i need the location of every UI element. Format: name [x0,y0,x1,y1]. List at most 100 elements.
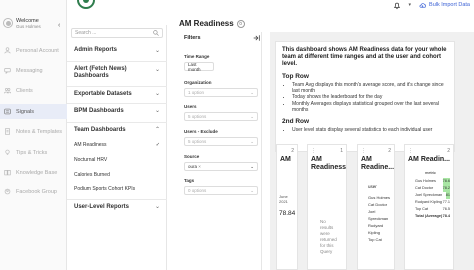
bell-icon[interactable] [393,1,401,10]
sidebar-item-label: Signals [16,108,35,115]
section-alert-dashboards[interactable]: Alert (Fetch News) Dashboards ⌄ [67,61,167,84]
sidebar-item-facebook-group[interactable]: Facebook Group [0,184,67,199]
chevron-down-icon: ⌄ [154,47,160,54]
tags-select[interactable]: 0 options ⌄ [184,186,258,195]
chevron-down-icon: ⌄ [250,113,254,119]
sidebar-item-tips-tricks[interactable]: Tips & Tricks [0,145,67,160]
section-label: User-Level Reports [74,203,130,210]
section-team-dashboards[interactable]: Team Dashboards ⌃ [67,122,167,136]
count-badge: 0 [236,19,245,28]
group-icon [4,188,11,195]
team-item-label: Nocturnal HRV [74,157,108,163]
time-range-label: Time Range [184,54,210,59]
description-lead: This dashboard shows AM Readiness data f… [282,47,447,67]
drag-handle-icon[interactable]: ⋮ [408,148,413,154]
sidebar-item-label: Facebook Group [16,188,57,195]
team-item-label: AM Readiness [74,142,107,148]
table-header: user [368,184,377,189]
section-bpm-dashboards[interactable]: BPM Dashboards ⌄ [67,103,167,117]
tile-count: 2 [447,148,450,154]
bulk-import-label: Bulk Import Data [429,2,470,8]
team-item-am-readiness[interactable]: AM Readiness ✓ [74,142,160,148]
clients-icon [4,88,11,94]
account-dropdown-icon[interactable]: ▾ [409,2,412,8]
filters-panel: Filters Time Range Last month Organizati… [180,32,262,270]
table-row: Cat Doctor 78.2 [415,185,450,192]
tags-value: 0 options [188,188,207,193]
chart-tile-monthly-averages[interactable]: ⋮ 2 AM Readine... user Gus Holmes Cat Doc… [357,144,395,270]
table-row: Rudyard Kipling 77.1 [415,200,450,204]
table-row: Gus Holmes [368,195,391,200]
team-item-podium-sports[interactable]: Podium Sports Cohort KPIs [74,186,160,192]
page-title: AM Readiness 0 [179,19,245,28]
tile-date: June 2021 [279,194,288,204]
collapse-sidebar-icon[interactable]: ‹ [58,22,60,29]
organization-label: Organization [184,80,212,85]
cloud-upload-icon [419,2,427,8]
avatar [3,18,13,28]
message-icon [4,68,11,74]
table-row: Gus Holmes 78.6 [415,178,450,185]
sidebar-item-personal-account[interactable]: Personal Account [0,43,67,58]
team-item-calories-burned[interactable]: Calories Burned [74,172,160,178]
chart-tile-team-avg[interactable]: 2 AM June 2021 78.84 [276,144,298,270]
chart-tile-user-stats[interactable]: ⋮ 2 AM Readin... metric Gus Holmes 78.6 Ca… [404,144,454,270]
users-select[interactable]: 5 options ⌄ [184,112,258,121]
sidebar-item-clients[interactable]: Clients [0,83,67,98]
lightbulb-icon [5,149,10,155]
sidebar-item-label: Tips & Tricks [16,149,48,156]
table-header: metric [425,170,436,175]
notes-icon [5,128,10,135]
sidebar-item-signals[interactable]: Signals [0,104,67,119]
collapse-filters-icon[interactable] [253,35,260,41]
team-item-nocturnal-hrv[interactable]: Nocturnal HRV [74,157,160,163]
source-tag[interactable]: oura × [188,164,201,169]
users-exclude-value: 5 options [188,139,207,144]
tile-title: AM Readiness [311,156,347,171]
section-admin-reports[interactable]: Admin Reports ⌄ [67,42,167,58]
section-label: BPM Dashboards [74,107,124,114]
search-placeholder: Search ... [75,30,97,36]
sidebar-item-label: Clients [16,87,33,94]
table-row: Cat Doctor [368,202,388,207]
organization-select[interactable]: 1 option ⌄ [184,88,258,97]
bulk-import-button[interactable]: Bulk Import Data [419,2,470,9]
user-profile[interactable]: Welcome Gus Holmes [3,18,41,30]
tile-count: 2 [388,148,391,154]
chevron-down-icon: ⌄ [154,67,160,73]
section-user-level-reports[interactable]: User-Level Reports ⌄ [67,199,167,213]
chart-tile-today[interactable]: ⋮ 1 AM Readiness No results were returned… [307,144,347,270]
organization-value: 1 option [188,90,205,95]
sidebar-item-messaging[interactable]: Messaging [0,63,67,78]
team-item-label: Calories Burned [74,172,110,178]
page-title-text: AM Readiness [179,19,234,28]
drag-handle-icon[interactable]: ⋮ [311,148,316,154]
table-row: Joel Spreckman 81 [415,192,450,199]
brand-logo[interactable] [77,0,95,9]
chevron-down-icon: ⌄ [250,138,254,144]
signals-icon [4,108,11,115]
users-exclude-select[interactable]: 5 options ⌄ [184,137,258,146]
section-label: Alert (Fetch News) Dashboards [74,66,127,79]
users-label: Users [184,104,197,109]
list-item: User level stats display several statist… [292,127,448,133]
section-label: Exportable Datasets [74,90,132,97]
sidebar-item-notes-templates[interactable]: Notes & Templates [0,124,67,139]
time-range-select[interactable]: Last month [184,61,214,72]
sidebar-item-label: Knowledge Base [16,169,58,176]
section-exportable-datasets[interactable]: Exportable Datasets ⌄ [67,86,167,100]
table-row: Top Cat 76.5 [415,207,450,211]
sidebar-item-knowledge-base[interactable]: Knowledge Base [0,165,67,180]
time-range-value: Last month [188,61,201,72]
source-select[interactable]: oura × ⌄ [184,162,258,171]
check-icon: ✓ [155,142,160,148]
book-icon [4,170,11,176]
source-label: Source [184,154,200,159]
remove-tag-icon[interactable]: × [198,164,201,169]
drag-handle-icon[interactable]: ⋮ [361,148,366,154]
sidebar-item-label: Messaging [16,67,43,74]
top-row-heading: Top Row [282,73,309,80]
chevron-down-icon: ⌄ [250,163,254,169]
dashboard-search-input[interactable]: Search ... [71,28,163,38]
team-item-label: Podium Sports Cohort KPIs [74,186,136,192]
